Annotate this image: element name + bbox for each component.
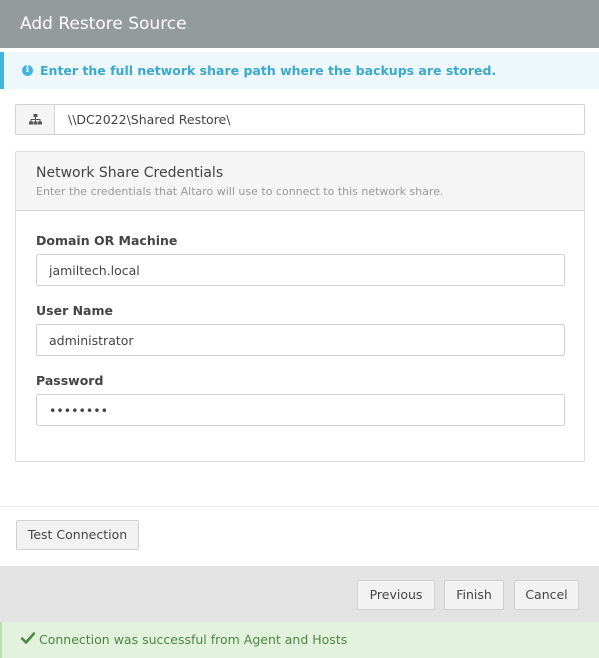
- credentials-panel: Network Share Credentials Enter the cred…: [15, 151, 585, 462]
- credentials-title: Network Share Credentials: [36, 165, 224, 181]
- credentials-header: Network Share Credentials Enter the cred…: [16, 152, 584, 211]
- success-alert: Connection was successful from Agent and…: [0, 622, 599, 658]
- domain-label: Domain OR Machine: [36, 233, 178, 248]
- success-message: Connection was successful from Agent and…: [39, 632, 348, 647]
- divider: [0, 506, 599, 507]
- cancel-button[interactable]: Cancel: [514, 580, 579, 610]
- info-message: Enter the full network share path where …: [40, 63, 497, 78]
- share-path-group: [15, 104, 585, 135]
- check-icon: [20, 622, 36, 658]
- password-label: Password: [36, 373, 104, 388]
- dialog-footer: Previous Finish Cancel: [0, 566, 599, 622]
- info-alert: i Enter the full network share path where…: [0, 52, 599, 89]
- domain-input[interactable]: [36, 254, 565, 286]
- username-input[interactable]: [36, 324, 565, 356]
- dialog-title: Add Restore Source: [0, 0, 599, 48]
- password-input[interactable]: [36, 394, 565, 426]
- share-path-input[interactable]: [54, 104, 585, 135]
- username-label: User Name: [36, 303, 113, 318]
- network-icon: [15, 104, 54, 135]
- credentials-subtitle: Enter the credentials that Altaro will u…: [36, 185, 444, 198]
- test-connection-button[interactable]: Test Connection: [16, 520, 139, 550]
- info-icon: i: [22, 65, 33, 76]
- previous-button[interactable]: Previous: [357, 580, 435, 610]
- finish-button[interactable]: Finish: [444, 580, 504, 610]
